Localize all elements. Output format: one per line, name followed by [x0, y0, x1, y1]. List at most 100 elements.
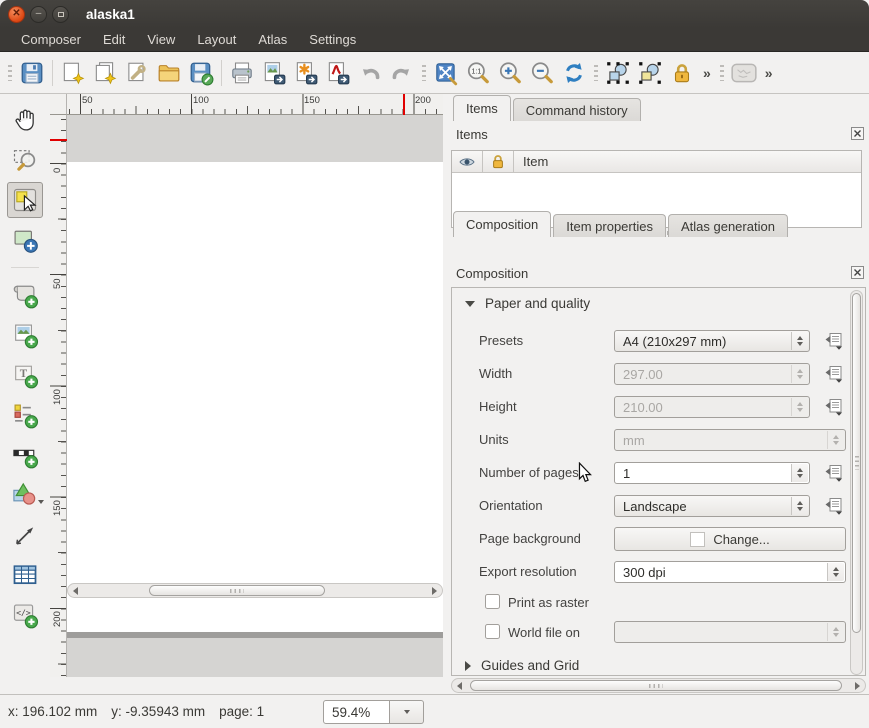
data-defined-override-button[interactable]	[823, 496, 845, 516]
print-as-raster-checkbox[interactable]	[485, 594, 500, 609]
add-image-button[interactable]	[7, 317, 43, 353]
guides-grid-section-header[interactable]: Guides and Grid	[465, 658, 579, 673]
print-button[interactable]	[226, 56, 258, 90]
spin-arrows-icon[interactable]	[827, 563, 844, 581]
num-pages-spinbox[interactable]: 1	[614, 462, 810, 484]
load-from-template-button[interactable]	[153, 56, 185, 90]
duplicate-composition-button[interactable]	[89, 56, 121, 90]
menu-atlas[interactable]: Atlas	[247, 28, 298, 52]
tab-items[interactable]: Items	[453, 95, 511, 121]
tab-item-properties[interactable]: Item properties	[553, 214, 666, 237]
visibility-column-header[interactable]	[452, 151, 483, 172]
settings-h-scrollbar[interactable]	[451, 678, 866, 693]
add-new-scalebar-button[interactable]	[7, 437, 43, 473]
menu-edit[interactable]: Edit	[92, 28, 136, 52]
undo-button[interactable]	[354, 56, 386, 90]
combo-arrows-icon[interactable]	[791, 332, 808, 350]
expand-caret-icon	[465, 661, 471, 671]
tab-command-history[interactable]: Command history	[513, 98, 641, 121]
settings-v-scrollbar[interactable]	[850, 290, 863, 675]
presets-combobox[interactable]: A4 (210x297 mm)	[614, 330, 810, 352]
data-defined-override-button[interactable]	[823, 364, 845, 384]
lock-column-header[interactable]	[483, 151, 514, 172]
select-move-item-icon	[605, 60, 631, 86]
scroll-left-icon[interactable]	[73, 587, 78, 595]
add-map-icon	[11, 281, 39, 309]
canvas-h-scrollbar-thumb[interactable]	[149, 585, 325, 596]
manage-compositions-button[interactable]	[121, 56, 153, 90]
toolbar-overflow-button[interactable]: »	[698, 65, 716, 81]
spin-arrows-icon[interactable]	[791, 464, 808, 482]
menu-layout[interactable]: Layout	[186, 28, 247, 52]
select-move-item-tool-button[interactable]	[7, 182, 43, 218]
new-composition-button[interactable]	[57, 56, 89, 90]
combo-arrows-icon[interactable]	[791, 497, 808, 515]
scroll-right-icon[interactable]	[855, 682, 860, 690]
toolbar-handle[interactable]	[422, 65, 426, 81]
menu-composer[interactable]: Composer	[10, 28, 92, 52]
paper-quality-section-header[interactable]: Paper and quality	[465, 296, 590, 311]
data-defined-override-button[interactable]	[823, 397, 845, 417]
export-as-svg-button[interactable]	[290, 56, 322, 90]
height-label: Height	[479, 399, 517, 414]
composition-dock-close-button[interactable]	[851, 266, 864, 279]
items-dock-close-button[interactable]	[851, 127, 864, 140]
select-move-item-button[interactable]	[602, 56, 634, 90]
canvas-h-scrollbar[interactable]	[67, 583, 443, 598]
data-defined-override-button[interactable]	[823, 463, 845, 483]
scroll-left-icon[interactable]	[457, 682, 462, 690]
composition-page[interactable]	[67, 162, 443, 632]
zoom-actual-size-button[interactable]: 1:1	[462, 56, 494, 90]
lock-icon	[669, 60, 695, 86]
toolbar-handle[interactable]	[720, 65, 724, 81]
add-attribute-table-button[interactable]	[7, 557, 43, 593]
orientation-combobox[interactable]: Landscape	[614, 495, 810, 517]
zoom-out-button[interactable]	[526, 56, 558, 90]
scroll-right-icon[interactable]	[432, 587, 437, 595]
export-as-pdf-button[interactable]	[322, 56, 354, 90]
redo-button[interactable]	[386, 56, 418, 90]
add-new-label-button[interactable]: T	[7, 357, 43, 393]
refresh-view-button[interactable]	[558, 56, 590, 90]
add-new-map-button[interactable]	[7, 277, 43, 313]
v-ruler-label: 100	[52, 389, 63, 405]
toolbar-handle[interactable]	[594, 65, 598, 81]
save-project-button[interactable]	[16, 56, 48, 90]
data-defined-override-button[interactable]	[823, 331, 845, 351]
atlas-preview-button[interactable]	[728, 56, 760, 90]
window-minimize-button[interactable]: –	[30, 6, 47, 23]
pan-tool-button[interactable]	[7, 102, 43, 138]
settings-v-scrollbar-thumb[interactable]	[852, 293, 861, 633]
add-new-legend-button[interactable]	[7, 397, 43, 433]
save-as-template-button[interactable]	[185, 56, 217, 90]
item-column-header[interactable]: Item	[514, 151, 861, 172]
settings-h-scrollbar-thumb[interactable]	[470, 680, 842, 691]
tab-composition[interactable]: Composition	[453, 211, 551, 237]
world-file-checkbox[interactable]	[485, 624, 500, 639]
zoom-full-button[interactable]	[430, 56, 462, 90]
export-resolution-spinbox[interactable]: 300 dpi	[614, 561, 846, 583]
add-html-frame-button[interactable]: </>	[7, 597, 43, 633]
toolbar-handle[interactable]	[8, 65, 12, 81]
titlebar: ✕ – alaska1	[0, 0, 869, 28]
add-arrow-button[interactable]	[7, 517, 43, 553]
orientation-value: Landscape	[623, 499, 687, 514]
tab-atlas-generation[interactable]: Atlas generation	[668, 214, 788, 237]
zoom-in-button[interactable]	[494, 56, 526, 90]
toolbar-overflow-button-2[interactable]: »	[760, 65, 778, 81]
window-maximize-button[interactable]	[52, 6, 69, 23]
zoom-tool-button[interactable]	[7, 142, 43, 178]
add-basic-shape-button[interactable]	[7, 477, 43, 513]
page-background-change-button[interactable]: Change...	[614, 527, 846, 551]
lock-selected-items-button[interactable]	[666, 56, 698, 90]
window-close-button[interactable]: ✕	[8, 6, 25, 23]
move-item-content-tool-button[interactable]	[7, 222, 43, 258]
menu-settings[interactable]: Settings	[298, 28, 367, 52]
zoom-level-input[interactable]: 59.4%	[323, 700, 390, 724]
move-item-content-button[interactable]	[634, 56, 666, 90]
export-as-image-button[interactable]	[258, 56, 290, 90]
zoom-level-dropdown-button[interactable]	[390, 700, 424, 724]
manage-compositions-icon	[124, 60, 150, 86]
shape-dropdown-caret-icon[interactable]	[38, 500, 44, 504]
menu-view[interactable]: View	[136, 28, 186, 52]
